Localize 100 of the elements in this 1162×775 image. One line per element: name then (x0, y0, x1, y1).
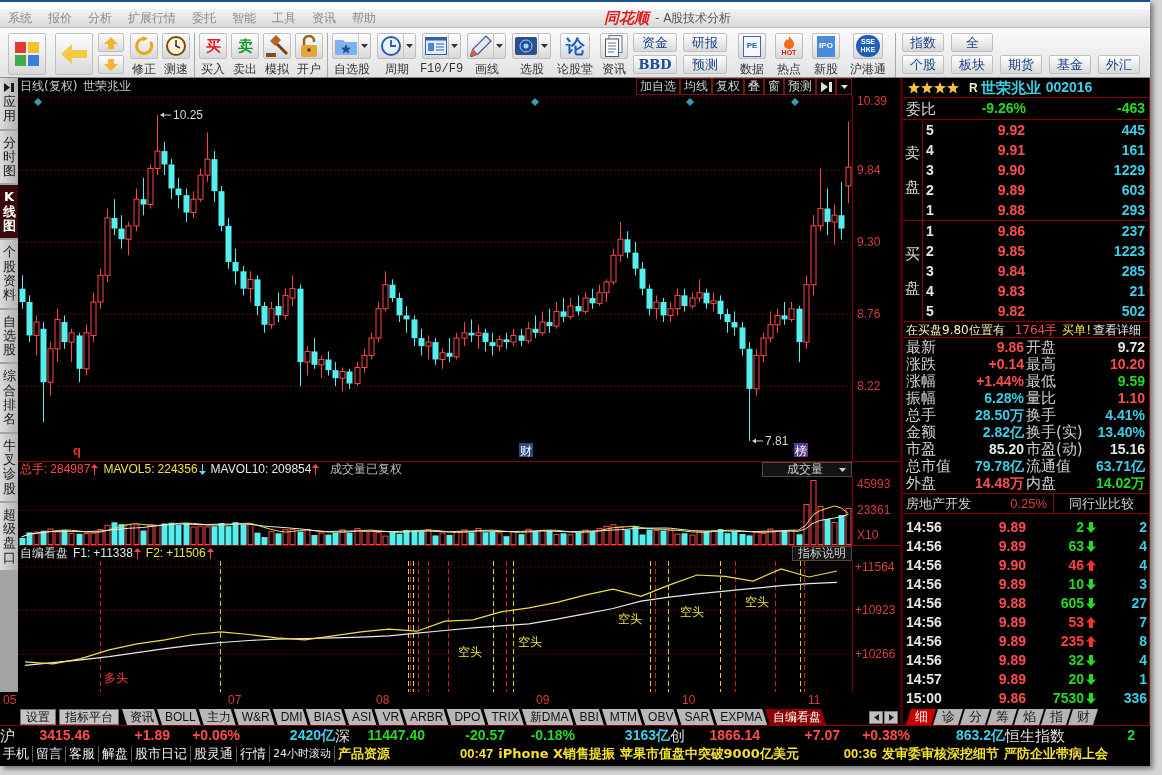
index-value: 11447.40 (366, 726, 425, 745)
chart-menu-button[interactable] (836, 78, 852, 95)
market-button[interactable]: 全 (951, 33, 993, 52)
indicator-tab[interactable]: OBV (640, 709, 679, 725)
toolbar-text-button[interactable]: 预测 (683, 55, 727, 74)
series-value: +11338 (93, 546, 133, 561)
order-volume: 1229 (1113, 160, 1146, 180)
toolbar-text-button[interactable]: 资金 (633, 33, 677, 52)
quote-tab[interactable]: 细 (906, 709, 936, 725)
market-button[interactable]: 外汇 (1098, 55, 1140, 74)
price-axis-label: 8.22 (857, 379, 881, 394)
indicator-tab[interactable]: BIAS (305, 709, 347, 725)
chart-toolbar-button[interactable]: 叠 (744, 78, 764, 95)
trade-count: 4 (1138, 651, 1147, 670)
indicator-tab[interactable]: ASI (344, 709, 377, 725)
market-button[interactable]: 指数 (902, 33, 944, 52)
quote-tab[interactable]: 分 (960, 709, 990, 725)
quote-tab[interactable]: 指 (1041, 709, 1071, 725)
news-link[interactable]: 客服 (66, 746, 99, 762)
diamond-marker-icon (686, 98, 694, 106)
candlestick (275, 292, 282, 323)
news-link[interactable]: 行情 (237, 746, 270, 762)
quote-tab[interactable]: 财 (1068, 709, 1098, 725)
side-tab[interactable]: 综合排名 (0, 364, 18, 432)
trade-volume: 20 (1067, 670, 1084, 689)
news-link[interactable]: 解盘 (99, 746, 132, 762)
toolbar-button[interactable]: 开户 (295, 33, 323, 76)
side-tab[interactable]: 超级盘口 (0, 502, 18, 570)
toolbar-button[interactable]: 修正 (130, 33, 158, 76)
candlestick (703, 288, 710, 310)
market-button[interactable]: 期货 (1000, 55, 1042, 74)
indicator-tab[interactable]: SAR (676, 709, 715, 725)
indicator-tab[interactable]: DMI (272, 709, 308, 725)
indicator-tab[interactable]: TRIX (483, 709, 524, 725)
trade-time: 14:57 (906, 670, 943, 689)
candlestick (639, 261, 646, 296)
quote-label: 市盈 (906, 441, 937, 458)
indicator-help-button[interactable]: 指标说明 (792, 546, 852, 561)
side-tab[interactable]: 自选股 (0, 309, 18, 363)
indicator-tab[interactable]: DPO (446, 709, 486, 725)
quote-tab[interactable]: 焰 (1014, 709, 1044, 725)
indicator-dropdown[interactable]: 成交量 (762, 462, 852, 477)
industry-compare-button[interactable]: 同行业比较 (1053, 493, 1149, 514)
toolbar-text-button[interactable]: 研报 (683, 33, 727, 52)
market-button[interactable]: 基金 (1049, 55, 1091, 74)
start-button[interactable] (8, 33, 46, 75)
chart-toolbar-button[interactable]: 加自选 (636, 78, 680, 95)
trade-price: 9.89 (997, 670, 1026, 689)
quote-tab[interactable]: 筹 (987, 709, 1017, 725)
indicator-tab[interactable]: EXPMA (712, 709, 768, 725)
news-link[interactable]: 股市日记 (132, 746, 191, 762)
indicator-tab[interactable]: ARBR (402, 709, 449, 725)
date-axis-label: 08 (376, 693, 390, 707)
news-headline[interactable]: 发审委审核深挖细节 严防企业带病上会 (882, 746, 1108, 762)
market-button[interactable]: 板块 (951, 55, 993, 74)
news-link[interactable]: 留言 (33, 746, 66, 762)
toolbar-button[interactable]: 资讯 (600, 33, 628, 76)
chart-toolbar-button[interactable]: 窗 (764, 78, 784, 95)
indicator-button[interactable]: 设置 (20, 709, 56, 725)
order-side-label: 卖盘 (905, 142, 920, 198)
indicator-tab[interactable]: MTM (601, 709, 643, 725)
scroll-left-button[interactable] (869, 711, 883, 724)
quote-tab[interactable]: 诊 (933, 709, 963, 725)
details-link[interactable]: 查看详细 (1093, 322, 1142, 337)
side-tab[interactable]: 分时图 (0, 130, 18, 184)
series-value: 209854 (271, 462, 312, 477)
order-price: 9.91 (996, 140, 1025, 160)
indicator-tab[interactable]: 自编看盘 (765, 709, 827, 725)
indicator-tab[interactable]: 新DMA (521, 709, 574, 725)
toolbar-button[interactable]: 测速 (162, 33, 190, 76)
order-level: 4 (925, 281, 935, 301)
side-tab[interactable]: 个股资料 (0, 240, 18, 308)
volume-axis-label: 45993 (857, 477, 891, 491)
indicator-tab[interactable]: VR (374, 709, 405, 725)
indicator-tab[interactable]: W&R (233, 709, 275, 725)
toolbar-text-button[interactable]: BBD (633, 55, 677, 74)
indicator-tab[interactable]: BBI (571, 709, 604, 725)
chart-toolbar-button[interactable]: 均线 (680, 78, 712, 95)
news-link[interactable]: 手机 (0, 746, 33, 762)
news-mode-link[interactable]: 24小时滚动 (270, 746, 335, 762)
side-tab[interactable]: 应用 (0, 78, 18, 129)
indicator-tab[interactable]: 主力 (198, 709, 236, 725)
news-link[interactable]: 股灵通 (191, 746, 237, 762)
quote-label: 流通值 (1025, 458, 1072, 475)
news-headline[interactable]: iPhone X销售提振 苹果市值盘中突破9000亿美元 (498, 746, 799, 762)
toolbar-button[interactable]: 模拟 (263, 33, 291, 76)
trade-volume: 10 (1067, 575, 1084, 594)
jump-end-button[interactable] (816, 78, 836, 95)
chart-toolbar-button[interactable]: 预测 (784, 78, 816, 95)
indicator-tab[interactable]: BOLL (157, 709, 201, 725)
scroll-right-button[interactable] (884, 711, 898, 724)
market-button[interactable]: 个股 (902, 55, 944, 74)
indicator-tab[interactable]: 资讯 (122, 709, 159, 725)
quote-label: 金额 (906, 424, 937, 441)
side-tab[interactable]: K线图 (0, 185, 18, 239)
side-tab[interactable]: 牛叉诊股 (0, 433, 18, 501)
chart-toolbar-button[interactable]: 复权 (712, 78, 744, 95)
order-level: 5 (925, 120, 935, 140)
indicator-button[interactable]: 指标平台 (59, 709, 119, 725)
order-level: 1 (925, 221, 935, 241)
